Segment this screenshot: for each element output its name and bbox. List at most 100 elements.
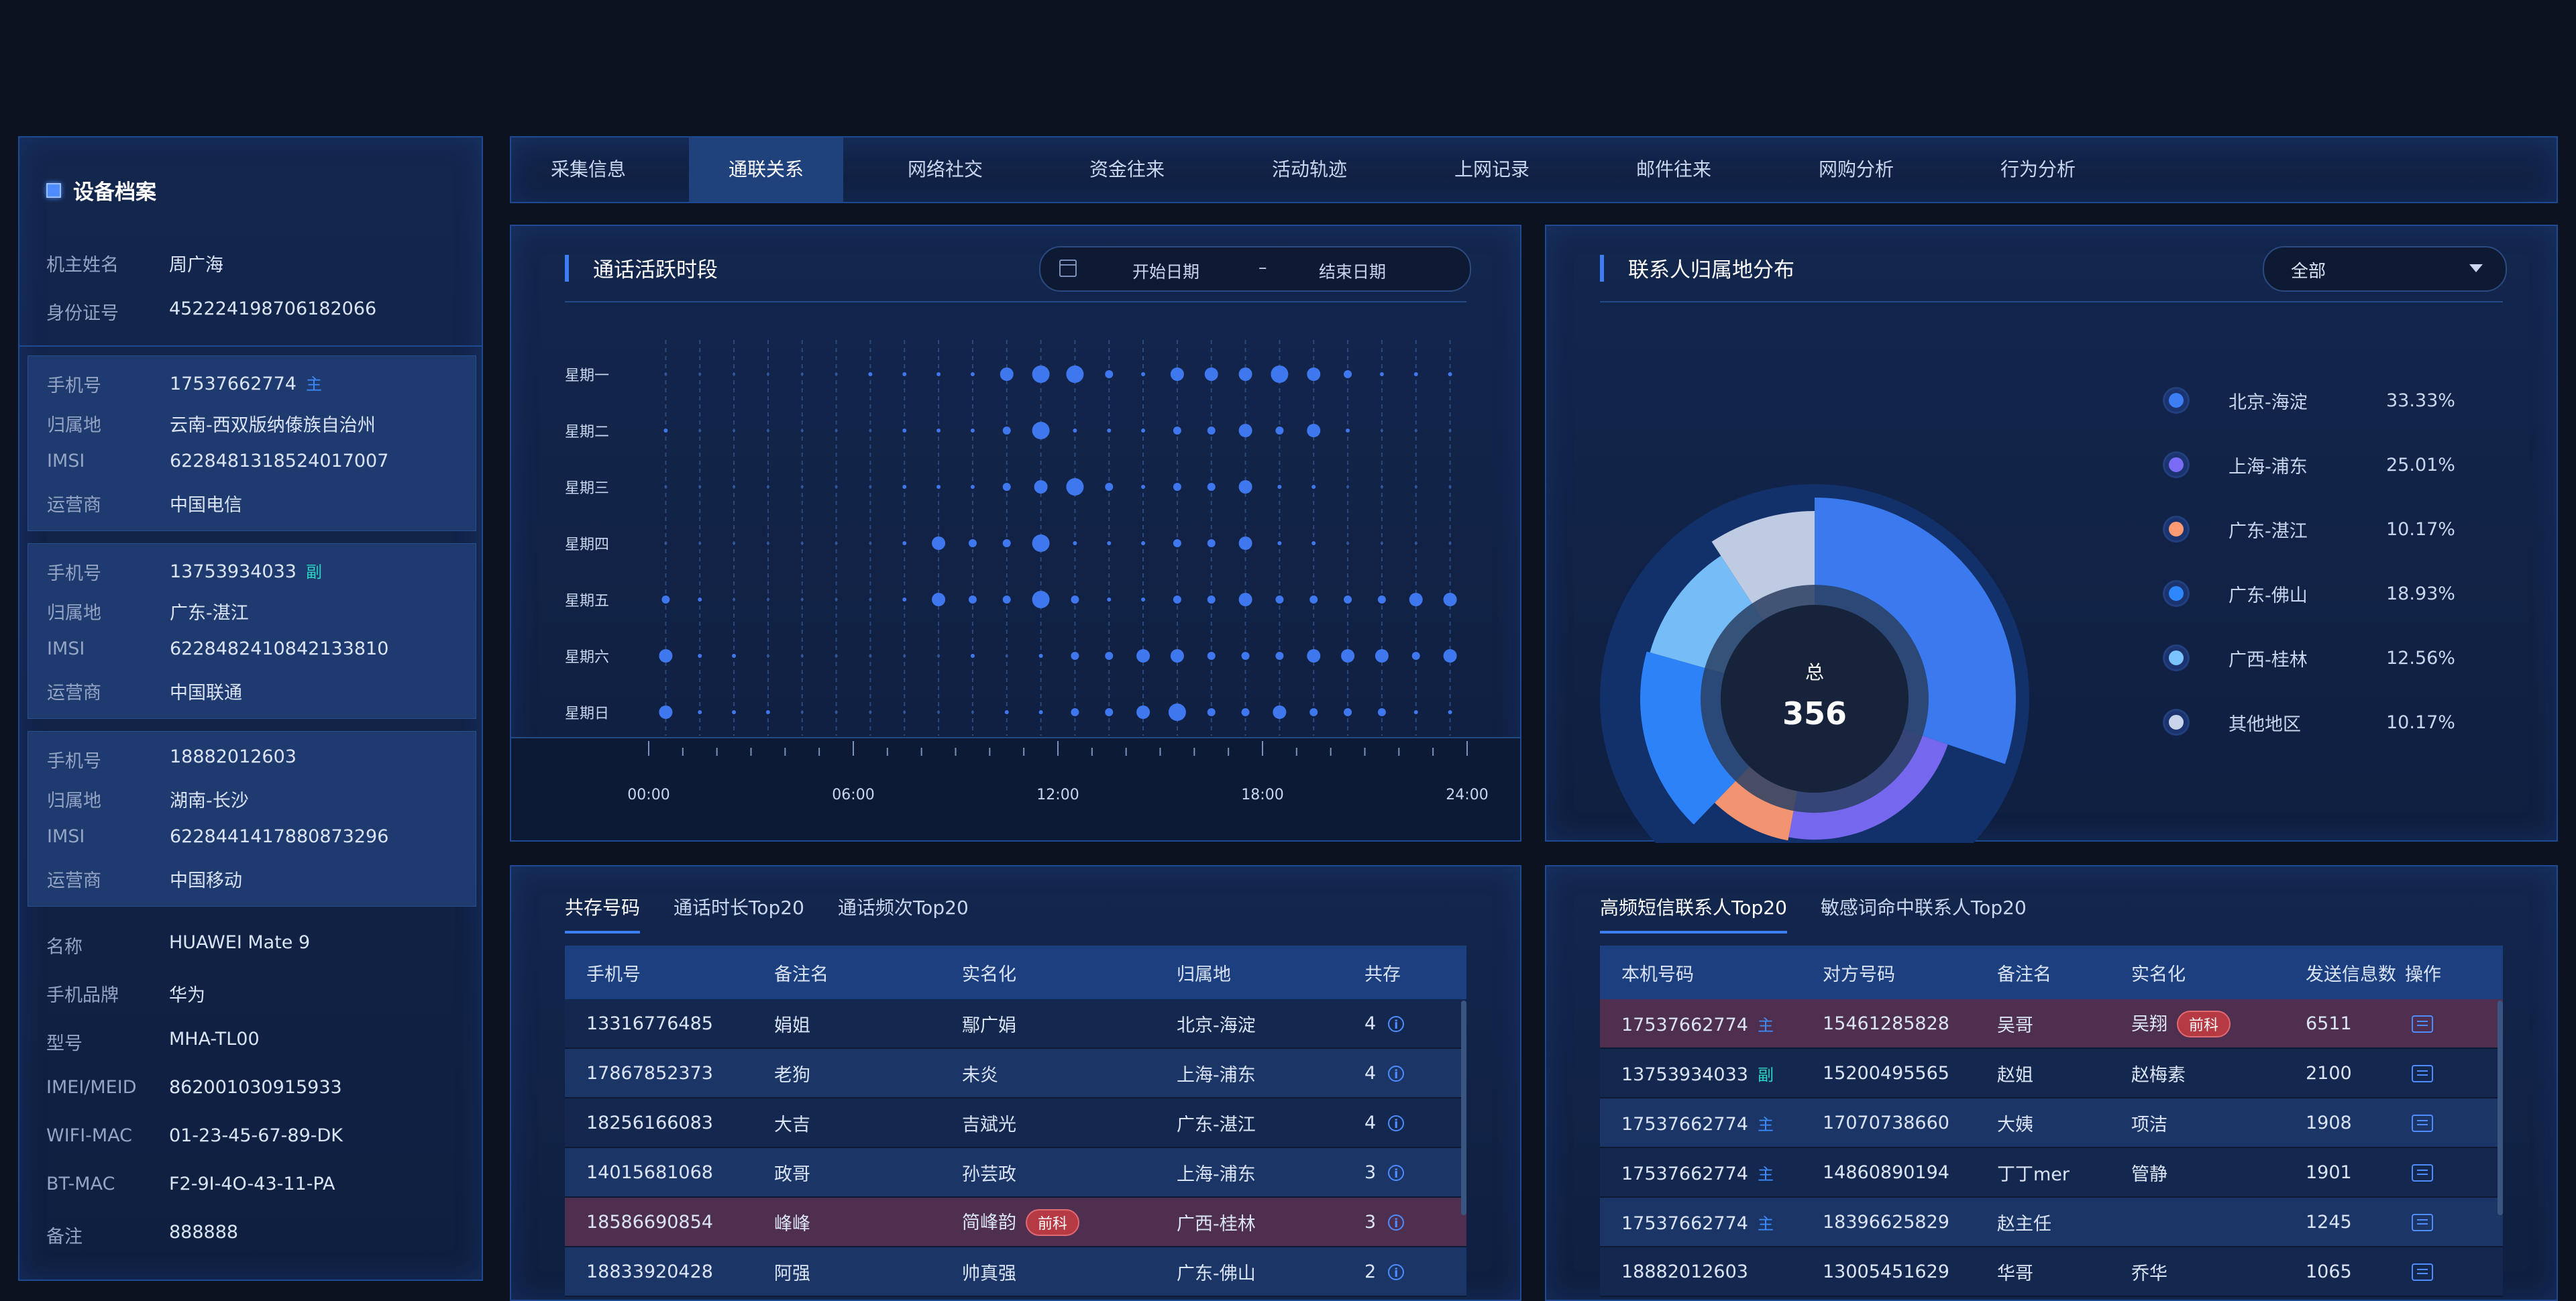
activity-dot[interactable] <box>1002 483 1011 491</box>
message-icon[interactable] <box>2412 1115 2433 1132</box>
activity-dot[interactable] <box>1066 365 1084 383</box>
activity-dot[interactable] <box>1002 427 1011 435</box>
activity-dot[interactable] <box>1207 427 1216 435</box>
activity-dot[interactable] <box>800 429 804 432</box>
activity-dot[interactable] <box>1238 536 1252 550</box>
activity-dot[interactable] <box>664 486 667 488</box>
sim-card-1[interactable]: 手机号 17537662774 主 归属地 云南-西双版纳傣族自治州 IMSI 6228… <box>28 355 476 531</box>
scrollbar[interactable] <box>1461 1001 1466 1215</box>
activity-dot[interactable] <box>1344 708 1352 716</box>
table-row[interactable]: 14015681068 政哥 孙芸政 上海-浦东 3 i <box>565 1148 1466 1198</box>
activity-dot[interactable] <box>1277 541 1282 545</box>
message-icon[interactable] <box>2412 1015 2433 1033</box>
activity-dot[interactable] <box>698 429 702 432</box>
activity-dot[interactable] <box>766 655 769 657</box>
activity-dot[interactable] <box>1448 486 1452 488</box>
activity-dot[interactable] <box>733 373 736 376</box>
activity-dot[interactable] <box>733 542 736 545</box>
subtab-frequency[interactable]: 通话频次Top20 <box>838 893 969 934</box>
activity-dot[interactable] <box>869 486 872 488</box>
info-icon[interactable]: i <box>1388 1066 1405 1082</box>
legend-item[interactable]: 其他地区 10.17% <box>2165 709 2455 736</box>
activity-dot[interactable] <box>800 542 804 545</box>
activity-dot[interactable] <box>869 711 872 714</box>
message-icon[interactable] <box>2412 1164 2433 1182</box>
activity-dot[interactable] <box>664 542 667 545</box>
activity-dot[interactable] <box>1448 710 1452 714</box>
tab-mail[interactable]: 邮件往来 <box>1597 137 1751 202</box>
activity-dot[interactable] <box>1448 372 1452 376</box>
activity-dot[interactable] <box>1309 596 1318 604</box>
table-row[interactable]: 17867852373 老狗 未炎 上海-浦东 4 i <box>565 1049 1466 1098</box>
activity-dot[interactable] <box>1307 367 1321 381</box>
activity-dot[interactable] <box>1136 705 1150 719</box>
activity-dot[interactable] <box>1409 593 1423 606</box>
table-row[interactable]: 18256166083 大吉 吉斌光 广东-湛江 4 i <box>565 1098 1466 1148</box>
activity-dot[interactable] <box>835 373 838 376</box>
table-row[interactable]: 17537662774 主 15461285828 吴哥 吴翔 前科 6511 <box>1600 999 2503 1049</box>
activity-dot[interactable] <box>698 598 702 602</box>
info-icon[interactable]: i <box>1388 1264 1405 1280</box>
activity-dot[interactable] <box>868 372 873 376</box>
activity-dot[interactable] <box>1341 649 1355 663</box>
activity-dot[interactable] <box>698 542 702 545</box>
activity-dot[interactable] <box>1207 596 1216 604</box>
activity-dot[interactable] <box>970 654 975 658</box>
activity-dot[interactable] <box>835 655 838 657</box>
activity-dot[interactable] <box>1105 483 1114 491</box>
activity-dot[interactable] <box>1207 708 1216 716</box>
activity-dot[interactable] <box>733 598 736 601</box>
activity-dot[interactable] <box>1273 705 1287 719</box>
activity-dot[interactable] <box>1004 710 1009 714</box>
activity-dot[interactable] <box>766 598 769 601</box>
activity-dot[interactable] <box>1311 541 1316 545</box>
sim-card-3[interactable]: 手机号 18882012603 归属地 湖南-长沙 IMSI 622844141788… <box>28 731 476 907</box>
activity-dot[interactable] <box>1380 429 1383 432</box>
activity-dot[interactable] <box>902 429 907 433</box>
info-icon[interactable]: i <box>1388 1016 1405 1032</box>
activity-dot[interactable] <box>1311 485 1316 489</box>
activity-dot[interactable] <box>1141 485 1146 489</box>
subtab-duration[interactable]: 通话时长Top20 <box>674 893 804 934</box>
table-row[interactable]: 13316776485 娟姐 鄢广娟 北京-海淀 4 i <box>565 999 1466 1049</box>
activity-dot[interactable] <box>800 655 804 657</box>
subtab-sensitive[interactable]: 敏感词命中联系人Top20 <box>1821 893 2027 934</box>
activity-dot[interactable] <box>1173 596 1181 604</box>
region-select[interactable]: 全部 <box>2263 246 2507 292</box>
activity-dot[interactable] <box>698 654 702 658</box>
activity-dot[interactable] <box>1443 593 1457 606</box>
activity-dot[interactable] <box>800 598 804 601</box>
table-row[interactable]: 18882012603 13005451629 华哥 乔华 1065 <box>1600 1247 2503 1297</box>
activity-dot[interactable] <box>937 711 941 714</box>
activity-dot[interactable] <box>902 598 907 602</box>
activity-dot[interactable] <box>1002 596 1011 604</box>
legend-item[interactable]: 广东-佛山 18.93% <box>2165 580 2455 607</box>
activity-dot[interactable] <box>1413 710 1418 714</box>
activity-dot[interactable] <box>1377 708 1386 716</box>
activity-dot[interactable] <box>835 429 838 432</box>
activity-dot[interactable] <box>766 542 769 545</box>
activity-dot[interactable] <box>1105 370 1114 378</box>
activity-dot[interactable] <box>1071 652 1079 660</box>
activity-dot[interactable] <box>1275 652 1284 660</box>
activity-dot[interactable] <box>732 654 737 658</box>
activity-dot[interactable] <box>1168 703 1186 721</box>
activity-dot[interactable] <box>869 542 872 545</box>
activity-dot[interactable] <box>1141 429 1146 433</box>
activity-dot[interactable] <box>733 429 736 432</box>
legend-item[interactable]: 北京-海淀 33.33% <box>2165 387 2455 414</box>
activity-dot[interactable] <box>1105 652 1114 660</box>
table-row[interactable]: 17537662774 主 17070738660 大姨 项洁 1908 <box>1600 1098 2503 1148</box>
activity-dot[interactable] <box>1073 429 1077 433</box>
activity-dot[interactable] <box>800 373 804 376</box>
activity-dot[interactable] <box>1173 539 1181 547</box>
tab-shopping[interactable]: 网购分析 <box>1779 137 1933 202</box>
table-row[interactable]: 13753934033 副 15200495565 赵姐 赵梅素 2100 <box>1600 1049 2503 1098</box>
activity-dot[interactable] <box>766 373 769 376</box>
activity-dot[interactable] <box>869 598 872 601</box>
activity-dot[interactable] <box>1375 649 1389 663</box>
activity-dot[interactable] <box>1141 598 1146 602</box>
activity-dot[interactable] <box>902 485 907 489</box>
activity-dot[interactable] <box>765 710 770 714</box>
activity-dot[interactable] <box>1307 649 1321 663</box>
